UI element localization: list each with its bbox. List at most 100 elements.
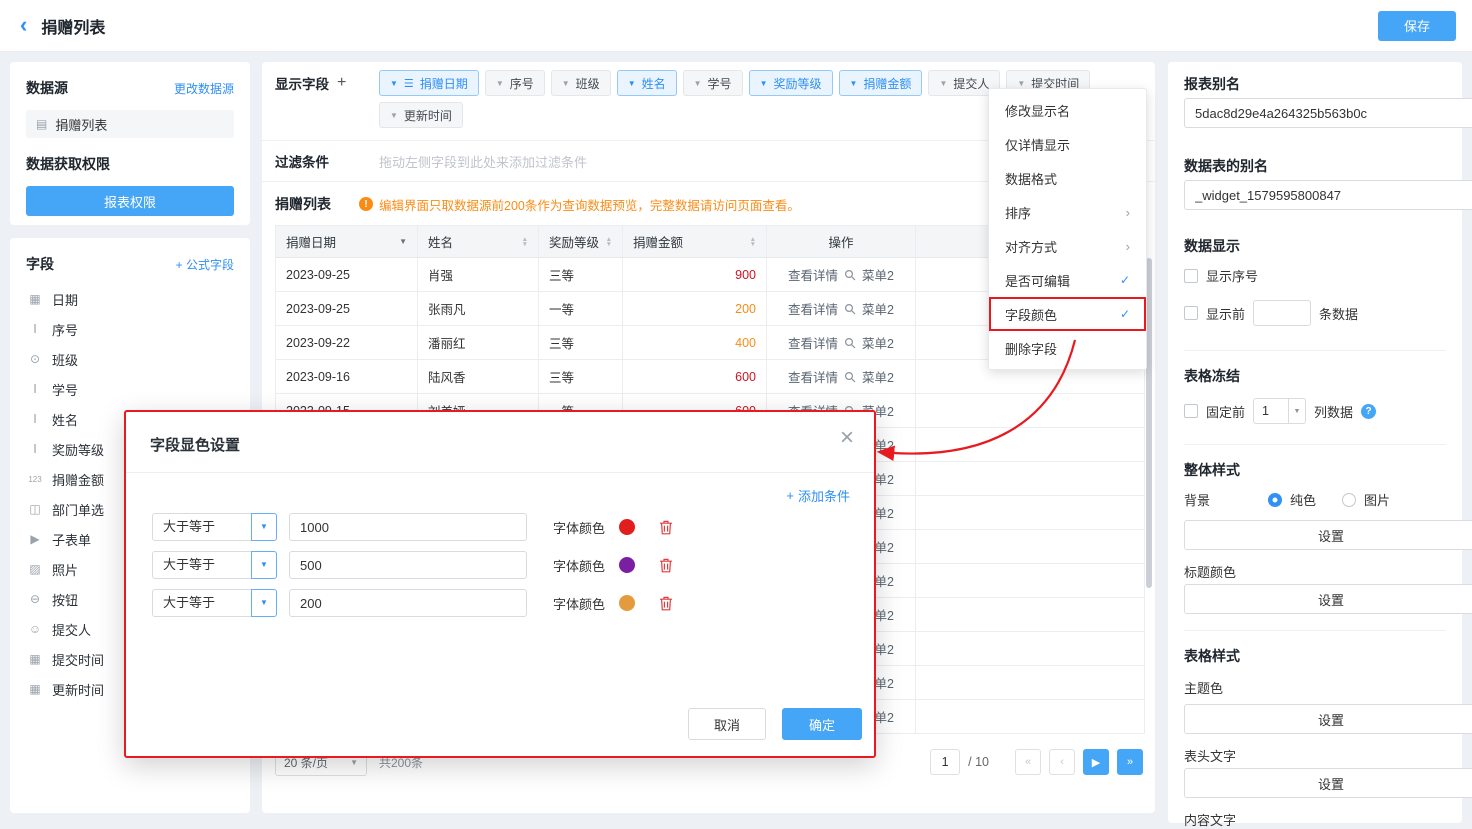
- menu2-link[interactable]: 菜单2: [862, 333, 894, 352]
- help-icon[interactable]: ?: [1361, 404, 1376, 419]
- filter-label: 过滤条件: [275, 151, 379, 171]
- confirm-button[interactable]: 确定: [782, 708, 862, 740]
- magnifier-icon[interactable]: [844, 337, 856, 349]
- chevron-down-icon[interactable]: ▼: [251, 589, 277, 617]
- chevron-down-icon[interactable]: ▼: [251, 551, 277, 579]
- change-datasource-link[interactable]: 更改数据源: [174, 80, 234, 97]
- header-donation-date[interactable]: 捐赠日期▼: [276, 226, 418, 258]
- add-condition-link[interactable]: + 添加条件: [786, 486, 850, 505]
- bg-image-radio[interactable]: [1342, 493, 1356, 507]
- view-detail-link[interactable]: 查看详情: [788, 299, 838, 318]
- color-swatch[interactable]: [619, 595, 635, 611]
- show-first-row: 显示前 条数据: [1184, 300, 1446, 326]
- report-alias-label: 报表别名: [1184, 74, 1446, 94]
- menu-item-field-color[interactable]: 字段颜色✓: [989, 297, 1146, 331]
- magnifier-icon[interactable]: [844, 303, 856, 315]
- title-color-setting-button[interactable]: 设置: [1184, 584, 1472, 614]
- theme-setting-button[interactable]: 设置: [1184, 704, 1472, 734]
- field-item-class[interactable]: ⊙班级: [26, 344, 234, 374]
- add-display-field-icon[interactable]: +: [337, 74, 346, 92]
- field-chip-donation-date[interactable]: ▼☰捐赠日期: [379, 70, 479, 96]
- sort-icon[interactable]: ▲▼: [522, 237, 528, 247]
- field-chip-name[interactable]: ▼姓名: [617, 70, 677, 96]
- field-chip-update-time[interactable]: ▼更新时间: [379, 102, 463, 128]
- sort-icon[interactable]: ▲▼: [606, 237, 612, 247]
- cell-date: 2023-09-25: [276, 258, 418, 292]
- filter-caret-icon[interactable]: ▼: [399, 237, 407, 246]
- freeze-checkbox[interactable]: [1184, 404, 1198, 418]
- operator-select[interactable]: 大于等于 ▼: [152, 513, 277, 541]
- form-icon: ▤: [36, 117, 47, 131]
- divider: [1184, 630, 1446, 631]
- show-index-checkbox[interactable]: [1184, 269, 1198, 283]
- field-chip-serial[interactable]: ▼序号: [485, 70, 545, 96]
- header-donation-amount[interactable]: 捐赠金额 ▲▼: [623, 226, 767, 258]
- trash-icon[interactable]: [659, 520, 673, 535]
- operator-select[interactable]: 大于等于 ▼: [152, 551, 277, 579]
- operator-select[interactable]: 大于等于 ▼: [152, 589, 277, 617]
- report-alias-input[interactable]: [1184, 98, 1472, 128]
- field-chip-award-level[interactable]: ▼奖励等级: [749, 70, 833, 96]
- show-first-count-input[interactable]: [1253, 300, 1311, 326]
- submenu-arrow-icon: ›: [1126, 205, 1130, 220]
- close-icon[interactable]: ×: [840, 424, 854, 452]
- data-display-title: 数据显示: [1184, 236, 1446, 256]
- field-chip-donation-amount[interactable]: ▼捐赠金额: [839, 70, 923, 96]
- menu2-link[interactable]: 菜单2: [862, 367, 894, 386]
- color-swatch[interactable]: [619, 519, 635, 535]
- menu2-link[interactable]: 菜单2: [862, 265, 894, 284]
- last-page-button[interactable]: »: [1117, 749, 1143, 775]
- datasource-panel: 数据源 更改数据源 ▤ 捐赠列表 数据获取权限 报表权限: [10, 62, 250, 225]
- header-label: 捐赠金额: [633, 232, 683, 251]
- prev-page-button[interactable]: ‹: [1049, 749, 1075, 775]
- view-detail-link[interactable]: 查看详情: [788, 367, 838, 386]
- permission-title: 数据获取权限: [26, 154, 234, 174]
- menu-item-align[interactable]: 对齐方式›: [989, 229, 1146, 263]
- trash-icon[interactable]: [659, 558, 673, 573]
- header-text-setting-button[interactable]: 设置: [1184, 768, 1472, 798]
- threshold-input[interactable]: [289, 513, 527, 541]
- datasource-item[interactable]: ▤ 捐赠列表: [26, 110, 234, 138]
- cancel-button[interactable]: 取消: [688, 708, 766, 740]
- color-swatch[interactable]: [619, 557, 635, 573]
- save-button[interactable]: 保存: [1378, 11, 1456, 41]
- page-number-input[interactable]: [930, 749, 960, 775]
- freeze-suffix: 列数据: [1314, 402, 1353, 421]
- threshold-input[interactable]: [289, 589, 527, 617]
- threshold-input[interactable]: [289, 551, 527, 579]
- cell-amount: 400: [623, 326, 767, 360]
- content-text-label: 内容文字: [1184, 810, 1446, 829]
- menu-item-editable[interactable]: 是否可编辑✓: [989, 263, 1146, 297]
- show-first-checkbox[interactable]: [1184, 306, 1198, 320]
- back-icon[interactable]: ‹: [20, 12, 27, 38]
- trash-icon[interactable]: [659, 596, 673, 611]
- field-chip-class[interactable]: ▼班级: [551, 70, 611, 96]
- menu-item-data-format[interactable]: 数据格式: [989, 161, 1146, 195]
- table-alias-input[interactable]: [1184, 180, 1472, 210]
- freeze-count-select[interactable]: 1 ▼: [1253, 398, 1306, 424]
- menu-item-sort[interactable]: 排序›: [989, 195, 1146, 229]
- header-name[interactable]: 姓名▲▼: [418, 226, 539, 258]
- menu2-link[interactable]: 菜单2: [862, 299, 894, 318]
- sort-icon[interactable]: ▲▼: [750, 237, 756, 247]
- formula-field-link[interactable]: + 公式字段: [176, 256, 234, 273]
- chevron-down-icon[interactable]: ▼: [251, 513, 277, 541]
- field-item-student-no[interactable]: Ⅰ学号: [26, 374, 234, 404]
- menu-item-detail-only[interactable]: 仅详情显示: [989, 127, 1146, 161]
- view-detail-link[interactable]: 查看详情: [788, 265, 838, 284]
- field-chip-student-no[interactable]: ▼学号: [683, 70, 743, 96]
- menu-item-rename[interactable]: 修改显示名: [989, 93, 1146, 127]
- menu-item-delete-field[interactable]: 删除字段: [989, 331, 1146, 365]
- next-page-button[interactable]: ▶: [1083, 749, 1109, 775]
- header-award-level[interactable]: 奖励等级▲▼: [539, 226, 623, 258]
- first-page-button[interactable]: «: [1015, 749, 1041, 775]
- field-item-date[interactable]: ▦日期: [26, 284, 234, 314]
- filter-dropzone[interactable]: 拖动左侧字段到此处来添加过滤条件: [379, 152, 587, 171]
- field-item-serial[interactable]: Ⅰ序号: [26, 314, 234, 344]
- magnifier-icon[interactable]: [844, 371, 856, 383]
- view-detail-link[interactable]: 查看详情: [788, 333, 838, 352]
- magnifier-icon[interactable]: [844, 269, 856, 281]
- background-setting-button[interactable]: 设置: [1184, 520, 1472, 550]
- bg-solid-radio[interactable]: [1268, 493, 1282, 507]
- report-permission-button[interactable]: 报表权限: [26, 186, 234, 216]
